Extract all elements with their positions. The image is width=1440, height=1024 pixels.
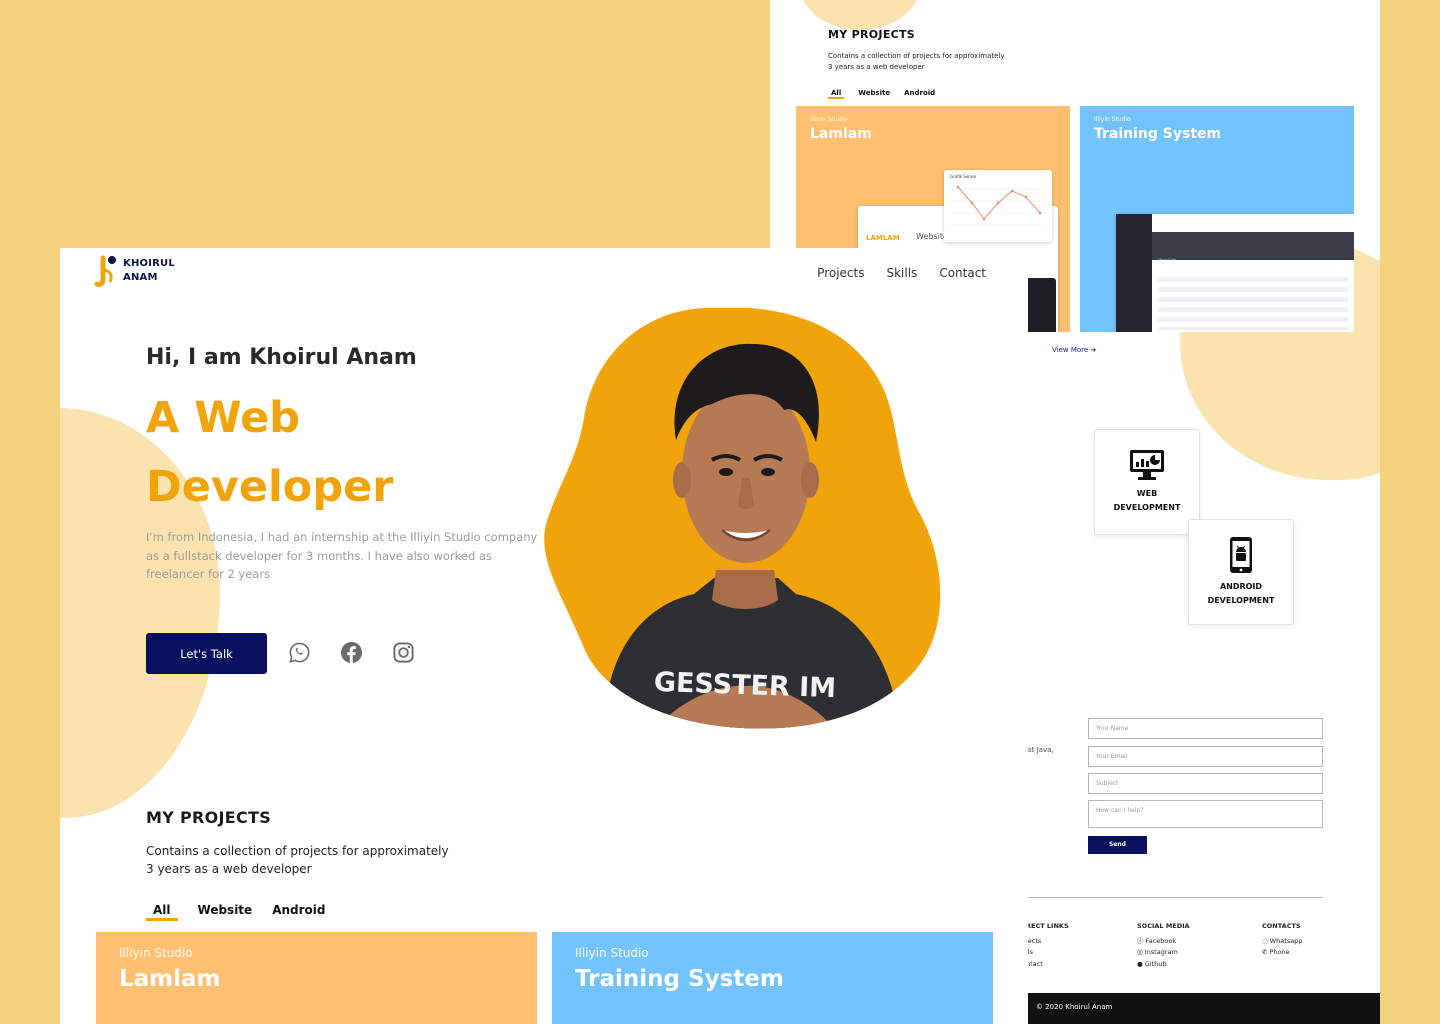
project-filter-tabs: All Website Android	[146, 903, 325, 921]
project-card-lamlam[interactable]: Illiyin Studio Lamlam	[96, 932, 537, 1024]
monitor-chart-icon	[1130, 450, 1164, 480]
project-name: Training System	[1094, 126, 1222, 142]
hero-role: A Web Developer	[146, 393, 394, 512]
subject-field[interactable]: Subject	[1088, 773, 1323, 794]
project-company: Illiyin Studio	[119, 946, 193, 960]
project-company: Illiyin Studio	[1094, 116, 1131, 123]
decorative-blob	[800, 0, 920, 30]
project-name: Lamlam	[119, 966, 221, 992]
lets-talk-button[interactable]: Let's Talk	[146, 633, 267, 674]
android-phone-icon	[1230, 537, 1252, 573]
footer-link-phone[interactable]: ✆ Phone	[1262, 947, 1302, 959]
project-name: Training System	[575, 966, 784, 992]
phone-icon: ✆	[1262, 948, 1268, 956]
message-field[interactable]: How can I help?	[1088, 800, 1323, 828]
hero-intro: I'm from Indonesia, I had an internship …	[146, 530, 538, 581]
github-icon: ●	[1137, 959, 1143, 968]
projects-title: MY PROJECTS	[828, 28, 916, 41]
nav-contact[interactable]: Contact	[939, 266, 986, 280]
logo-mark-icon	[94, 254, 116, 288]
line-chart-mockup	[950, 185, 1046, 226]
tab-all[interactable]: All	[828, 89, 845, 99]
main-nav: Projects Skills Contact	[817, 266, 986, 280]
tab-android[interactable]: Android	[272, 903, 325, 921]
footer-link-github[interactable]: ● Github	[1137, 959, 1190, 971]
project-company: Illiyin Studio	[575, 946, 649, 960]
chart-mockup: Grafik Server	[944, 170, 1052, 242]
mockup-user-list: User List	[1158, 258, 1176, 263]
projects-description: Contains a collection of projects for ap…	[828, 52, 1005, 71]
email-field[interactable]: Your Email	[1088, 746, 1323, 767]
facebook-icon[interactable]	[340, 641, 363, 664]
projects-description: Contains a collection of projects for ap…	[146, 844, 449, 876]
footer-link-whatsapp[interactable]: ◌ Whatsapp	[1262, 936, 1302, 948]
footer-divider	[1028, 897, 1323, 898]
site-logo[interactable]: KHOIRUL ANAM	[94, 254, 175, 288]
shirt-text: GESSTER IM	[653, 667, 836, 704]
mockup-logo: LAMLAM	[866, 234, 900, 242]
tab-android[interactable]: Android	[904, 89, 935, 99]
send-button[interactable]: Send	[1088, 836, 1147, 854]
main-page-screenshot: KHOIRUL ANAM Projects Skills Contact Hi,…	[60, 248, 1028, 1024]
instagram-icon[interactable]	[392, 641, 415, 664]
footer-link-skills[interactable]: lls	[1026, 947, 1069, 959]
view-more-link[interactable]: View More ➔	[1052, 346, 1096, 354]
dashboard-mockup: User List	[1116, 214, 1354, 332]
project-filter-tabs: All Website Android	[828, 89, 935, 99]
hero-greeting: Hi, I am Khoirul Anam	[146, 345, 417, 370]
footer-link-projects[interactable]: jects	[1026, 936, 1069, 948]
footer-direct-links: RECT LINKS jects lls ntact	[1026, 921, 1069, 970]
skill-label: WEB DEVELOPMENT	[1113, 489, 1181, 512]
footer-link-contact[interactable]: ntact	[1026, 959, 1069, 971]
contact-address-fragment: st Java,	[1028, 746, 1054, 754]
tab-all[interactable]: All	[146, 903, 178, 921]
logo-text: KHOIRUL ANAM	[123, 258, 175, 283]
project-company: Illiyin Studio	[810, 116, 847, 123]
instagram-icon: ◎	[1137, 948, 1143, 956]
footer-social-media: SOCIAL MEDIA ⓕ Facebook ◎ Instagram ● Gi…	[1137, 921, 1190, 970]
project-card-training-system[interactable]: Illiyin Studio Training System User List	[1080, 106, 1354, 332]
nav-skills[interactable]: Skills	[886, 266, 917, 280]
skill-card-web: WEB DEVELOPMENT	[1094, 429, 1200, 535]
facebook-icon: ⓕ	[1137, 936, 1144, 945]
social-links	[288, 641, 415, 664]
project-name: Lamlam	[810, 126, 872, 142]
project-card-training-system[interactable]: Illiyin Studio Training System	[552, 932, 993, 1024]
profile-photo: GESSTER IM	[544, 308, 941, 729]
footer-link-instagram[interactable]: ◎ Instagram	[1137, 947, 1190, 959]
tab-website[interactable]: Website	[198, 903, 253, 921]
copyright-text: © 2020 Khoirul Anam	[1036, 1003, 1113, 1011]
skill-card-android: ANDROID DEVELOPMENT	[1188, 519, 1294, 625]
whatsapp-icon[interactable]	[288, 641, 311, 664]
name-field[interactable]: Your Name	[1088, 718, 1323, 739]
skill-label: ANDROID DEVELOPMENT	[1207, 582, 1275, 605]
footer-contacts: CONTACTS ◌ Whatsapp ✆ Phone	[1262, 921, 1302, 959]
whatsapp-icon: ◌	[1262, 936, 1268, 945]
footer-link-facebook[interactable]: ⓕ Facebook	[1137, 936, 1190, 948]
phone-mockup	[1026, 278, 1056, 332]
nav-projects[interactable]: Projects	[817, 266, 864, 280]
tab-website[interactable]: Website	[858, 89, 890, 99]
projects-title: MY PROJECTS	[146, 808, 272, 827]
